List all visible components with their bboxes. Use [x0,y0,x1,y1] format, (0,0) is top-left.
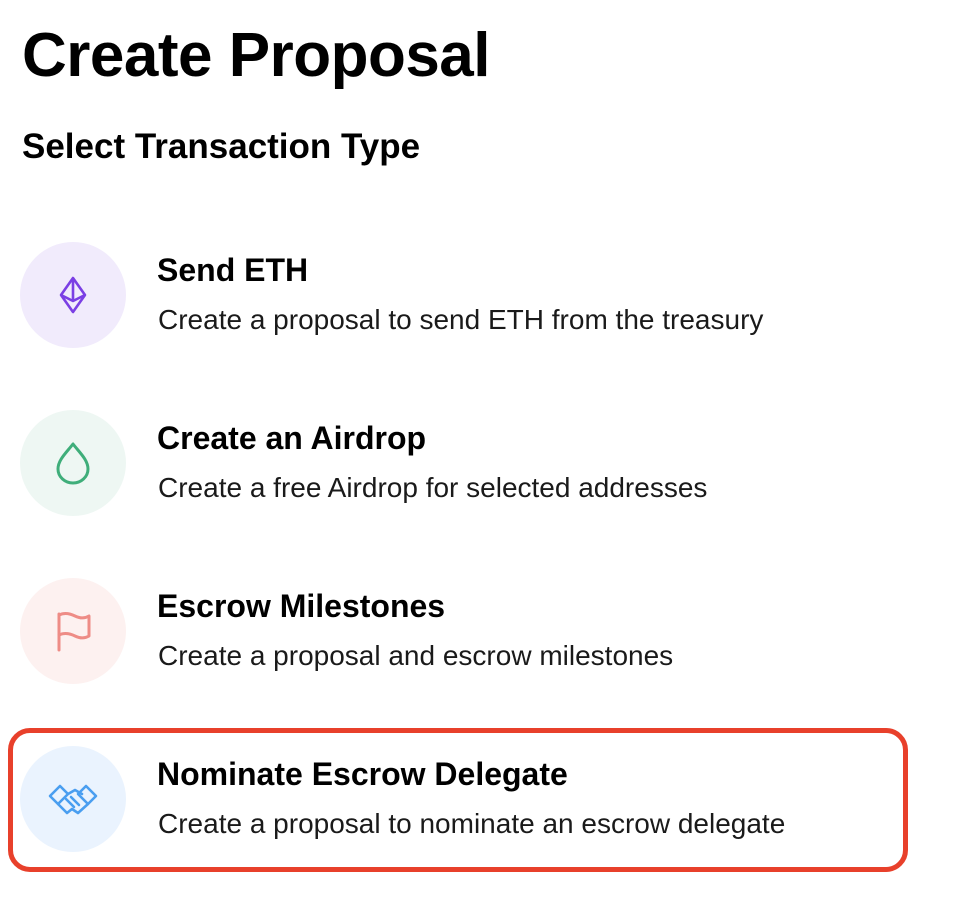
option-create-airdrop[interactable]: Create an Airdrop Create a free Airdrop … [20,410,900,516]
option-description: Create a free Airdrop for selected addre… [158,472,708,503]
option-send-eth[interactable]: Send ETH Create a proposal to send ETH f… [20,242,900,348]
option-description: Create a proposal to nominate an escrow … [158,808,786,839]
option-title: Escrow Milestones [157,588,446,624]
flag-icon [20,578,126,684]
page-title: Create Proposal [22,21,491,90]
option-title: Send ETH [157,252,309,288]
option-description: Create a proposal to send ETH from the t… [158,304,764,335]
handshake-icon [20,746,126,852]
option-title: Nominate Escrow Delegate [157,756,568,792]
option-description: Create a proposal and escrow milestones [158,640,674,671]
page-subtitle: Select Transaction Type [22,127,421,166]
option-title: Create an Airdrop [157,420,427,456]
droplet-icon [20,410,126,516]
option-escrow-milestones[interactable]: Escrow Milestones Create a proposal and … [20,578,900,684]
ethereum-icon [20,242,126,348]
option-nominate-escrow-delegate[interactable]: Nominate Escrow Delegate Create a propos… [20,746,900,852]
